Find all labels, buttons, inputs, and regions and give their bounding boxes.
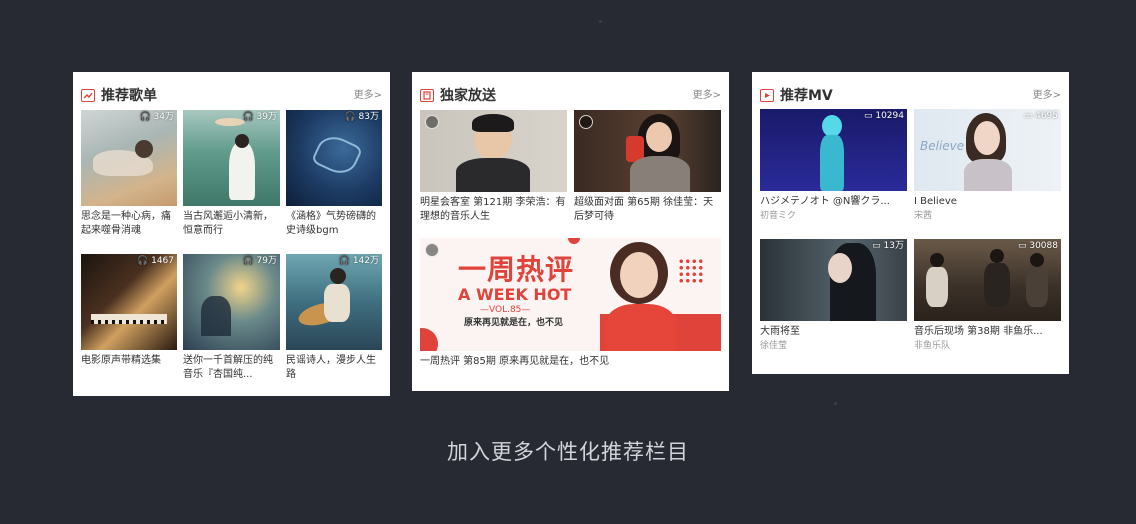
exclusive-card: 独家放送 更多> 明星会客室 第121期 李荣浩：有理想的音乐人生 超级面对面 … — [412, 72, 729, 391]
exclusive-card-header: 独家放送 更多> — [420, 86, 721, 106]
exclusive-thumbnail — [574, 110, 721, 192]
video-badge-icon — [425, 115, 439, 129]
mv-card-header: 推荐MV 更多> — [760, 86, 1061, 106]
mv-artist: 徐佳莹 — [760, 341, 788, 351]
video-badge-icon — [579, 115, 593, 129]
slide-caption: 加入更多个性化推荐栏目 — [447, 440, 689, 464]
exclusive-icon — [420, 89, 434, 102]
play-count-value: 34万 — [153, 112, 174, 122]
mv-caption: 音乐后现场 第38期 非鱼乐... — [914, 326, 1043, 337]
mv-caption: I Believe — [914, 196, 957, 207]
play-count: 🎧 34万 — [139, 112, 174, 122]
view-count: ▭ 4695 — [1023, 111, 1058, 121]
banner-tagline: 原来再见就是在，也不见 — [464, 318, 564, 328]
playlist-caption: 民谣诗人，漫步人生路 — [286, 355, 376, 380]
view-count: ▭ 10294 — [863, 111, 904, 121]
playlist-caption: 当古风邂逅小清新，恒意而行 — [183, 211, 273, 236]
playlist-caption: 送你一千首解压的纯音乐『杏国纯... — [183, 355, 273, 380]
playlist-cover — [286, 110, 382, 206]
exclusive-section-title: 独家放送 — [440, 88, 496, 104]
play-count-value: 83万 — [358, 112, 379, 122]
playlist-cover — [286, 254, 382, 350]
exclusive-more-link[interactable]: 更多> — [693, 90, 721, 102]
view-count: ▭ 13万 — [872, 241, 904, 251]
play-count: 🎧 1467 — [137, 256, 174, 266]
exclusive-banner-caption: 一周热评 第85期 原来再见就是在，也不见 — [420, 356, 610, 367]
mv-caption: 大雨将至 — [760, 326, 800, 337]
view-count-value: 30088 — [1029, 241, 1058, 251]
mv-artist: 非鱼乐队 — [914, 341, 951, 351]
playlist-cover — [183, 254, 280, 350]
playlist-icon — [81, 89, 95, 102]
playlist-caption: 《涵格》气势磅礴的史诗级bgm — [286, 211, 376, 236]
mv-caption: ハジメテノオト @N響クラ... — [760, 196, 890, 207]
exclusive-thumbnail — [420, 110, 567, 192]
banner-volume: —VOL.85— — [480, 305, 531, 315]
banner-headline: 一周热评 — [458, 253, 575, 286]
mv-icon — [760, 89, 774, 102]
exclusive-caption: 超级面对面 第65期 徐佳莹：天后梦可待 — [574, 197, 714, 222]
mv-artist: 初音ミク — [760, 211, 797, 221]
exclusive-caption: 明星会客室 第121期 李荣浩：有理想的音乐人生 — [420, 197, 566, 222]
mv-artist: 宋茜 — [914, 211, 933, 221]
mv-section-title: 推荐MV — [780, 88, 833, 104]
play-count: 🎧 39万 — [242, 112, 277, 122]
background-dot — [599, 20, 602, 23]
background-dot — [834, 402, 837, 405]
view-count-value: 13万 — [883, 241, 904, 251]
play-count-value: 79万 — [256, 256, 277, 266]
playlist-more-link[interactable]: 更多> — [354, 90, 382, 102]
play-count: 🎧 79万 — [242, 256, 277, 266]
playlist-section-title: 推荐歌单 — [101, 88, 157, 104]
play-count: 🎧 142万 — [338, 256, 379, 266]
video-badge-icon — [425, 243, 439, 257]
banner-english-title: A WEEK HOT — [458, 285, 572, 304]
play-count-value: 142万 — [352, 256, 379, 266]
mv-more-link[interactable]: 更多> — [1033, 90, 1061, 102]
week-hot-banner: 一周热评 A WEEK HOT —VOL.85— 原来再见就是在，也不见 — [420, 238, 721, 351]
playlist-cover — [183, 110, 280, 206]
playlist-caption: 电影原声带精选集 — [81, 355, 161, 366]
play-count-value: 1467 — [151, 256, 174, 266]
play-count-value: 39万 — [256, 112, 277, 122]
playlist-card: 推荐歌单 更多> 🎧 34万 思念是一种心病，痛起来噬骨消魂 🎧 39万 当古风… — [73, 72, 390, 396]
play-count: 🎧 83万 — [344, 112, 379, 122]
view-count: ▭ 30088 — [1017, 241, 1058, 251]
mv-card: 推荐MV 更多> ▭ 10294 ハジメテノオト @N響クラ... 初音ミク B… — [752, 72, 1069, 374]
playlist-card-header: 推荐歌单 更多> — [81, 86, 382, 106]
view-count-value: 10294 — [875, 111, 904, 121]
playlist-cover — [81, 254, 177, 350]
playlist-cover — [81, 110, 177, 206]
playlist-caption: 思念是一种心病，痛起来噬骨消魂 — [81, 211, 171, 236]
view-count-value: 4695 — [1035, 111, 1058, 121]
